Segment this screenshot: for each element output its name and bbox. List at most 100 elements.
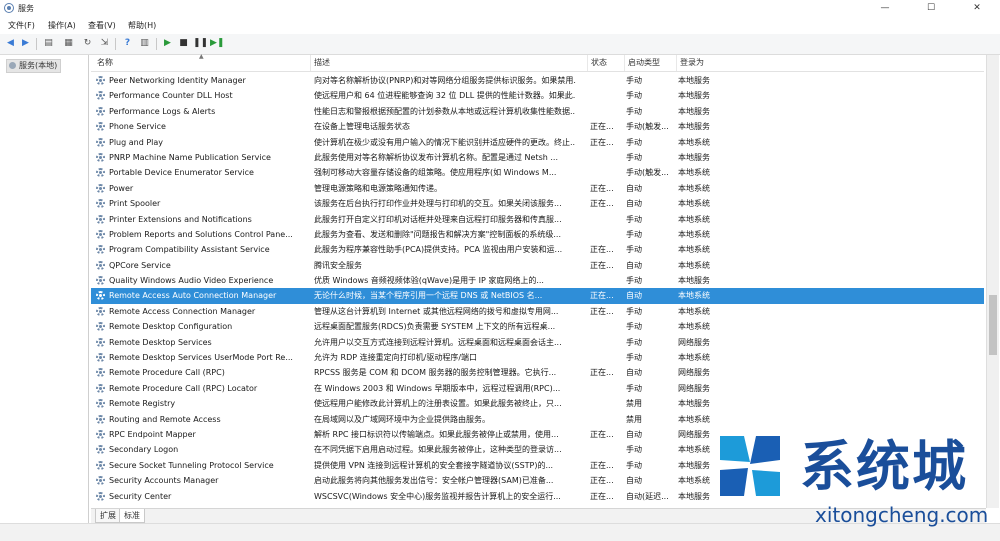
- vertical-scrollbar[interactable]: [986, 55, 999, 508]
- properties-icon[interactable]: ▦: [62, 37, 75, 50]
- service-row[interactable]: Performance Logs & Alerts 性能日志和警报根据预配置的计划…: [91, 104, 984, 119]
- service-status: 正在...: [590, 137, 614, 147]
- service-log-on-as: 本地服务: [678, 276, 710, 286]
- service-startup-type: 自动: [626, 260, 642, 270]
- service-status: 正在...: [590, 122, 614, 132]
- service-startup-type: 自动: [626, 199, 642, 209]
- service-description: 允许用户以交互方式连接到远程计算机。远程桌面和远程桌面会话主...: [314, 337, 562, 347]
- service-name: Performance Counter DLL Host: [109, 91, 233, 101]
- service-log-on-as: 本地系统: [678, 183, 710, 193]
- service-description: 性能日志和警报根据预配置的计划参数从本地或远程计算机收集性能数据...: [314, 106, 576, 116]
- minimize-button[interactable]: —: [862, 0, 908, 17]
- service-description: 在不同凭据下启用启动过程。如果此服务被停止，这种类型的登录访...: [314, 445, 562, 455]
- help-icon[interactable]: ?: [121, 37, 134, 50]
- service-row[interactable]: Print Spooler 该服务在后台执行打印作业并处理与打印机的交互。如果关闭…: [91, 196, 984, 211]
- service-row[interactable]: Program Compatibility Assistant Service 此…: [91, 242, 984, 257]
- service-gear-icon: [96, 137, 105, 147]
- service-name: Remote Procedure Call (RPC): [109, 368, 225, 378]
- service-startup-type: 手动: [626, 306, 642, 316]
- service-gear-icon: [96, 429, 105, 439]
- service-startup-type: 禁用: [626, 414, 642, 424]
- service-row[interactable]: Portable Device Enumerator Service 强制可移动大…: [91, 165, 984, 180]
- refresh-icon[interactable]: ↻: [81, 37, 94, 50]
- service-name: Remote Access Auto Connection Manager: [109, 291, 277, 301]
- service-startup-type: 手动: [626, 245, 642, 255]
- column-header-description[interactable]: 描述: [310, 55, 587, 71]
- service-row[interactable]: Remote Procedure Call (RPC) RPCSS 服务是 COM…: [91, 365, 984, 380]
- service-row[interactable]: PNRP Machine Name Publication Service 此服务…: [91, 150, 984, 165]
- service-startup-type: 手动(触发...: [626, 168, 669, 178]
- service-gear-icon: [96, 91, 105, 101]
- menu-help[interactable]: 帮助(H): [128, 20, 156, 31]
- service-row[interactable]: Phone Service 在设备上管理电话服务状态 正在... 手动(触发... 本地…: [91, 119, 984, 134]
- title-bar: 服务 — ☐ ✕: [0, 0, 1000, 18]
- close-button[interactable]: ✕: [954, 0, 1000, 17]
- service-row[interactable]: Remote Desktop Services UserMode Port Re…: [91, 350, 984, 365]
- service-status: 正在...: [590, 368, 614, 378]
- service-log-on-as: 本地系统: [678, 214, 710, 224]
- tree-item-services-local[interactable]: 服务(本地): [6, 59, 62, 73]
- start-service-icon[interactable]: ▶: [161, 37, 174, 50]
- scrollbar-thumb[interactable]: [989, 295, 997, 355]
- tab-standard[interactable]: 标准: [119, 509, 145, 523]
- tab-extended[interactable]: 扩展: [95, 509, 121, 523]
- service-status: [590, 442, 624, 457]
- service-gear-icon: [96, 106, 105, 116]
- service-startup-type: 手动: [626, 276, 642, 286]
- menu-file[interactable]: 文件(F): [8, 20, 35, 31]
- service-status: [590, 319, 624, 334]
- service-startup-type: 自动: [626, 476, 642, 486]
- menu-action[interactable]: 操作(A): [48, 20, 76, 31]
- service-log-on-as: 本地服务: [678, 152, 710, 162]
- service-name: Secure Socket Tunneling Protocol Service: [109, 460, 274, 470]
- service-row[interactable]: Performance Counter DLL Host 使远程用户和 64 位进…: [91, 88, 984, 103]
- restart-service-icon[interactable]: ▶❚: [210, 37, 224, 50]
- service-startup-type: 手动: [626, 91, 642, 101]
- console-view-icon[interactable]: ▥: [138, 37, 151, 50]
- service-row[interactable]: Remote Procedure Call (RPC) Locator 在 Win…: [91, 381, 984, 396]
- service-startup-type: 手动: [626, 229, 642, 239]
- service-row[interactable]: Remote Desktop Services 允许用户以交互方式连接到远程计算机…: [91, 335, 984, 350]
- column-header-status[interactable]: 状态: [587, 55, 624, 71]
- service-name: Remote Procedure Call (RPC) Locator: [109, 383, 258, 393]
- service-row[interactable]: Peer Networking Identity Manager 向对等名称解析协…: [91, 73, 984, 88]
- window-title: 服务: [18, 4, 34, 13]
- service-name: Remote Access Connection Manager: [109, 306, 256, 316]
- service-description: 无论什么时候，当某个程序引用一个远程 DNS 或 NetBIOS 名...: [314, 291, 543, 301]
- services-node-icon: [9, 62, 16, 69]
- service-startup-type: 禁用: [626, 399, 642, 409]
- service-row[interactable]: Quality Windows Audio Video Experience 优质…: [91, 273, 984, 288]
- service-startup-type: 手动: [626, 214, 642, 224]
- export-list-icon[interactable]: ⇲: [98, 37, 111, 50]
- service-log-on-as: 本地服务: [678, 91, 710, 101]
- service-status: 正在...: [590, 460, 614, 470]
- forward-arrow-icon[interactable]: ▶: [19, 37, 32, 50]
- pause-service-icon[interactable]: ❚❚: [193, 37, 208, 50]
- service-log-on-as: 本地系统: [678, 322, 710, 332]
- service-row[interactable]: Routing and Remote Access 在局域网以及广域网环境中为企业…: [91, 412, 984, 427]
- menu-view[interactable]: 查看(V): [88, 20, 116, 31]
- service-row[interactable]: Plug and Play 使计算机在极少或没有用户输入的情况下能识别并适应硬件的…: [91, 135, 984, 150]
- maximize-button[interactable]: ☐: [908, 0, 954, 17]
- service-row[interactable]: Printer Extensions and Notifications 此服务打…: [91, 212, 984, 227]
- service-row[interactable]: Remote Access Connection Manager 管理从这台计算机…: [91, 304, 984, 319]
- service-gear-icon: [96, 199, 105, 209]
- stop-service-icon[interactable]: ■: [177, 37, 190, 50]
- toolbar: ◀ ▶ ▤ ▦ ↻ ⇲ ? ▥ ▶ ■ ❚❚ ▶❚: [0, 34, 1000, 55]
- column-header-startup-type[interactable]: 启动类型: [624, 55, 676, 71]
- service-row[interactable]: Remote Access Auto Connection Manager 无论什…: [91, 288, 984, 304]
- service-row[interactable]: Power 管理电源策略和电源策略通知传递。 正在... 自动 本地系统: [91, 181, 984, 196]
- service-gear-icon: [96, 229, 105, 239]
- service-log-on-as: 本地服务: [678, 76, 710, 85]
- service-row[interactable]: Remote Registry 使远程用户能修改此计算机上的注册表设置。如果此服务…: [91, 396, 984, 411]
- column-header-name[interactable]: 名称: [94, 55, 312, 71]
- service-row[interactable]: Remote Desktop Configuration 远程桌面配置服务(RDC…: [91, 319, 984, 334]
- service-row[interactable]: QPCore Service 腾讯安全服务 正在... 自动 本地系统: [91, 258, 984, 273]
- service-row[interactable]: Problem Reports and Solutions Control Pa…: [91, 227, 984, 242]
- service-log-on-as: 本地系统: [678, 245, 710, 255]
- service-gear-icon: [96, 122, 105, 132]
- column-header-log-on-as[interactable]: 登录为: [676, 55, 746, 71]
- back-arrow-icon[interactable]: ◀: [4, 37, 17, 50]
- show-tree-icon[interactable]: ▤: [42, 37, 55, 50]
- service-name: Remote Desktop Services UserMode Port Re…: [109, 353, 293, 363]
